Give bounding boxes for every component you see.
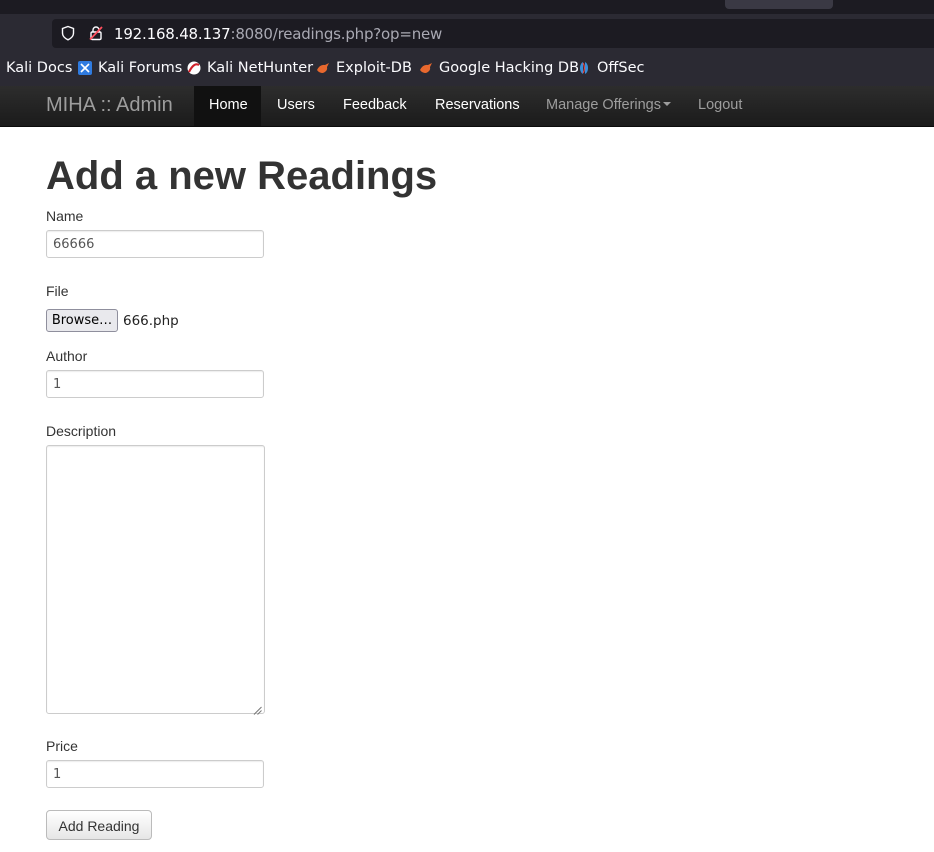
selected-file-name: 666.php bbox=[123, 313, 179, 329]
google-hacking-db-icon bbox=[419, 61, 433, 75]
bookmark-kali-nethunter[interactable]: Kali NetHunter bbox=[187, 60, 313, 76]
nav-logout[interactable]: Logout bbox=[698, 97, 742, 113]
bookmarks-toolbar: Kali Docs Kali Forums Kali NetHunter Exp… bbox=[0, 52, 934, 86]
price-input[interactable]: 1 bbox=[46, 760, 264, 788]
file-browse-button[interactable]: Browse… bbox=[46, 309, 118, 332]
bookmark-label: Google Hacking DB bbox=[439, 60, 580, 76]
name-input[interactable]: 66666 bbox=[46, 230, 264, 258]
bookmark-label: Kali Docs bbox=[6, 60, 73, 76]
bookmark-offsec[interactable]: OffSec bbox=[577, 60, 645, 76]
nav-manage-offerings-dropdown[interactable]: Manage Offerings bbox=[546, 97, 671, 113]
offsec-icon bbox=[577, 61, 591, 75]
bookmark-google-hacking-db[interactable]: Google Hacking DB bbox=[419, 60, 579, 76]
bookmark-kali-forums[interactable]: Kali Forums bbox=[78, 60, 182, 76]
add-reading-button[interactable]: Add Reading bbox=[46, 810, 152, 840]
nav-users[interactable]: Users bbox=[277, 97, 315, 113]
description-textarea[interactable] bbox=[46, 445, 265, 715]
browser-tab-strip bbox=[0, 0, 934, 14]
nav-feedback[interactable]: Feedback bbox=[343, 97, 407, 113]
browser-toolbar: 192.168.48.137:8080/readings.php?op=new bbox=[0, 14, 934, 52]
exploit-db-icon bbox=[316, 61, 330, 75]
bookmark-label: Kali Forums bbox=[98, 60, 183, 76]
bookmark-label: OffSec bbox=[597, 60, 645, 76]
navbar-brand[interactable]: MIHA :: Admin bbox=[46, 94, 173, 117]
url-path: :8080/readings.php?op=new bbox=[230, 25, 443, 43]
bookmark-label: Kali NetHunter bbox=[207, 60, 314, 76]
shield-icon[interactable] bbox=[60, 25, 76, 41]
nav-reservations[interactable]: Reservations bbox=[435, 97, 520, 113]
bookmark-label: Exploit-DB bbox=[336, 60, 412, 76]
insecure-lock-icon[interactable] bbox=[88, 25, 104, 41]
url-host: 192.168.48.137 bbox=[114, 25, 231, 43]
author-label: Author bbox=[46, 348, 88, 364]
description-label: Description bbox=[46, 423, 117, 439]
price-label: Price bbox=[46, 738, 78, 754]
bookmark-kali-docs[interactable]: Kali Docs bbox=[6, 60, 72, 76]
kali-forums-icon bbox=[78, 61, 92, 75]
resize-grip-icon[interactable] bbox=[253, 702, 262, 715]
author-input[interactable]: 1 bbox=[46, 370, 264, 398]
page-title: Add a new Readings bbox=[46, 154, 438, 198]
name-label: Name bbox=[46, 208, 84, 224]
kali-nethunter-icon bbox=[187, 61, 201, 75]
browser-tab[interactable] bbox=[725, 0, 833, 9]
address-bar[interactable]: 192.168.48.137:8080/readings.php?op=new bbox=[52, 19, 934, 48]
nav-manage-offerings-label: Manage Offerings bbox=[546, 97, 661, 113]
site-navbar: MIHA :: Admin Home Users Feedback Reserv… bbox=[0, 86, 934, 127]
bookmark-exploit-db[interactable]: Exploit-DB bbox=[316, 60, 412, 76]
file-label: File bbox=[46, 283, 69, 299]
url-text[interactable]: 192.168.48.137:8080/readings.php?op=new bbox=[114, 25, 442, 43]
caret-down-icon bbox=[663, 102, 671, 107]
nav-home[interactable]: Home bbox=[209, 97, 248, 113]
